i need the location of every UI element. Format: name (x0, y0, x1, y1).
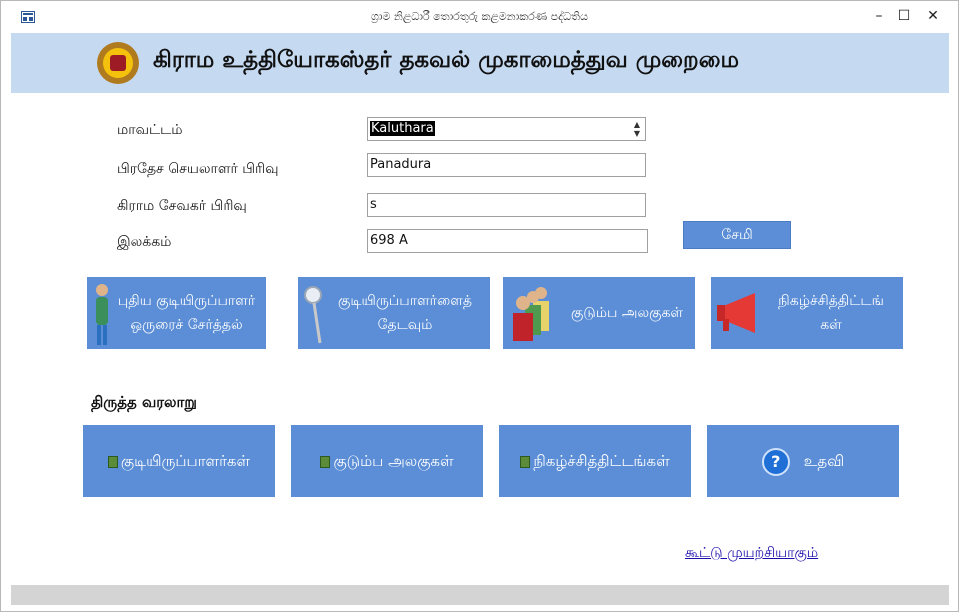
window-title: ග්‍රාම නිළධාරී තොරතුරු කළමනාකරණ පද්ධතිය (371, 10, 588, 23)
add-resident-button[interactable]: புதிய குடியிருப்பாளர் ஒருரைச் சேர்த்தல் (87, 277, 266, 349)
history-programs-label: நிகழ்ச்சித்திட்டங்கள் (533, 452, 670, 470)
save-button[interactable]: சேமி (683, 221, 791, 249)
ds-division-label: பிரதேச செயலாளர் பிரிவு (117, 161, 279, 177)
spin-arrows-icon[interactable]: ▲ ▼ (631, 120, 643, 138)
programs-line1: நிகழ்ச்சித்திட்டங் (778, 293, 884, 309)
family-units-label: குடும்ப அலகுகள் (570, 305, 684, 321)
app-window: ග්‍රාම නිළධාරී තොරතුරු කළමනාකරණ පද්ධතිය … (0, 0, 959, 612)
sri-lanka-emblem-icon (97, 42, 139, 84)
page-title: கிராம உத்தியோகஸ்தர் தகவல் முகாமைத்துவ மு… (153, 47, 739, 73)
table-icon (107, 455, 118, 468)
close-button[interactable]: ✕ (918, 5, 948, 27)
district-value: Kaluthara (370, 121, 435, 136)
add-resident-line1: புதிய குடியிருப்பாளர் (117, 293, 256, 309)
table-icon (520, 455, 531, 468)
title-bar: ග්‍රාම නිළධාරී තොරතුරු කළමනාකරණ පද්ධතිය … (1, 1, 958, 33)
help-label: உதவி (803, 452, 845, 470)
history-family-units-label: குடும்ப அலகுகள் (333, 452, 454, 470)
number-label: இலக்கம் (117, 234, 172, 250)
footer-bar (11, 585, 949, 605)
programs-button[interactable]: நிகழ்ச்சித்திட்டங் கள் (711, 277, 903, 349)
family-group-icon (513, 287, 549, 341)
search-resident-line2: தேடவும் (377, 317, 433, 333)
history-programs-button[interactable]: நிகழ்ச்சித்திட்டங்கள் (499, 425, 691, 497)
history-family-units-button[interactable]: குடும்ப அலகுகள் (291, 425, 483, 497)
table-icon (320, 455, 331, 468)
maximize-button[interactable]: ☐ (889, 5, 919, 27)
search-resident-line1: குடியிருப்பாளர்ளைத் (338, 293, 472, 309)
family-units-button[interactable]: குடும்ப அலகுகள் (503, 277, 695, 349)
megaphone-icon (717, 293, 755, 333)
ds-division-field[interactable]: Panadura (367, 153, 646, 177)
help-icon: ? (761, 447, 790, 476)
add-resident-line2: ஒருரைச் சேர்த்தல் (130, 317, 243, 333)
help-button[interactable]: ? உதவி (707, 425, 899, 497)
search-resident-button[interactable]: குடியிருப்பாளர்ளைத் தேடவும் (298, 277, 490, 349)
header-banner: கிராம உத்தியோகஸ்தர் தகவல் முகாமைத்துவ மு… (11, 33, 949, 93)
form-content: கிராம உத்தியோகஸ்தர் தகவல் முகாமைத்துவ மு… (11, 33, 949, 605)
history-residents-label: குடியிருப்பாளர்கள் (120, 452, 251, 470)
collaboration-link[interactable]: கூட்டு முயற்சியாகும் (685, 545, 818, 563)
gn-division-field[interactable]: s (367, 193, 646, 217)
edit-history-heading: திருத்த வரலாறு (91, 393, 197, 411)
district-label: மாவட்டம் (117, 122, 183, 138)
district-combo[interactable]: Kaluthara ▲ ▼ (367, 117, 646, 141)
gn-division-label: கிராம சேவகர் பிரிவு (117, 198, 247, 214)
number-field[interactable]: 698 A (367, 229, 648, 253)
history-residents-button[interactable]: குடியிருப்பாளர்கள் (83, 425, 275, 497)
programs-line2: கள் (820, 317, 842, 333)
